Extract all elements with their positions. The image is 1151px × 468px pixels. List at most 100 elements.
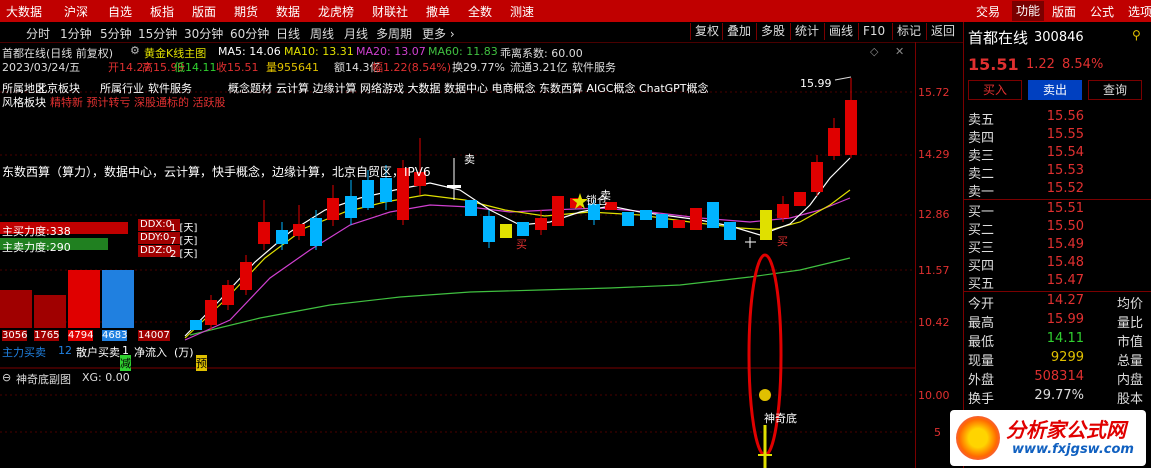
price-axis — [915, 42, 964, 468]
menu-speedtest[interactable]: 测速 — [510, 3, 534, 20]
ma10-value: MA10: 13.31 — [284, 45, 354, 58]
watermark-logo: 分析家公式网 www.fxjgsw.com — [950, 410, 1146, 466]
buy-force: 主买力度:338 — [2, 225, 71, 238]
sell-button[interactable]: 卖出 — [1028, 80, 1082, 100]
bar-close: 收15.51 — [216, 61, 259, 74]
menu-trade[interactable]: 交易 — [976, 3, 1000, 20]
overlay-button[interactable]: 叠加 — [722, 23, 755, 40]
ask-row-3[interactable]: 卖三 15.54 — [968, 145, 1148, 164]
subchart-xg: XG: 0.00 — [82, 371, 130, 384]
lock-label: 锁仓 — [586, 194, 608, 207]
ask-row-2[interactable]: 卖二 15.53 — [968, 163, 1148, 182]
bar-low: 低14.11 — [174, 61, 217, 74]
bar-turnover: 换29.77% — [452, 61, 505, 74]
back-button[interactable]: 返回 — [926, 23, 959, 40]
period-monthly[interactable]: 月线 — [344, 25, 368, 42]
stats-divider — [963, 291, 1151, 292]
retail-label: 散户买卖 — [76, 346, 120, 359]
subchart-title[interactable]: 神奇底副图 — [16, 371, 71, 387]
menu-layout[interactable]: 版面 — [192, 3, 216, 20]
menu-dragon-tiger[interactable]: 龙虎榜 — [318, 3, 354, 20]
buy-label-2: 买 — [777, 235, 788, 248]
menu-formula[interactable]: 公式 — [1090, 3, 1114, 20]
period-more[interactable]: 更多 › — [422, 25, 455, 42]
ask-row-4[interactable]: 卖四 15.55 — [968, 127, 1148, 146]
query-button[interactable]: 查询 — [1088, 80, 1142, 100]
period-weekly[interactable]: 周线 — [310, 25, 334, 42]
menu-data[interactable]: 数据 — [276, 3, 300, 20]
bar-change: 幅1.22(8.54%) — [372, 61, 452, 74]
period-60min[interactable]: 60分钟 — [230, 25, 269, 42]
period-daily[interactable]: 日线 — [276, 25, 300, 42]
buy-button[interactable]: 买入 — [968, 80, 1022, 100]
statistics-button[interactable]: 统计 — [790, 23, 823, 40]
menu-bigdata[interactable]: 大数据 — [6, 3, 42, 20]
float-cap: 流通3.21亿 — [510, 61, 568, 74]
period-1min[interactable]: 1分钟 — [60, 25, 92, 42]
buy-label-1: 买 — [516, 238, 527, 251]
period-5min[interactable]: 5分钟 — [100, 25, 132, 42]
style-label: 风格板块 — [2, 96, 46, 109]
period-30min[interactable]: 30分钟 — [184, 25, 223, 42]
reduce-label: 减 — [120, 355, 131, 371]
pre-label: 预 — [196, 355, 207, 371]
quote-pct: 8.54% — [1062, 57, 1104, 72]
menu-all[interactable]: 全数 — [468, 3, 492, 20]
sell-force: 主卖力度:290 — [2, 241, 71, 254]
period-multi[interactable]: 多周期 — [376, 25, 412, 42]
sub-axis-label-1: 10.00 — [918, 389, 950, 402]
mark-button[interactable]: 标记 — [892, 23, 925, 40]
bid-row-5[interactable]: 买五 15.47 — [968, 273, 1148, 292]
sub-axis-label-2: 5 — [934, 426, 941, 439]
ma20-value: MA20: 13.07 — [356, 45, 426, 58]
force-number-5: 14007 — [138, 330, 170, 341]
force-number-4: 4683 — [102, 330, 128, 341]
menu-favorites[interactable]: 自选 — [108, 3, 132, 20]
stat-row-outer: 外盘 508314 内盘 — [968, 369, 1143, 388]
search-icon[interactable]: ⚲ — [1132, 28, 1141, 42]
settings-icon[interactable]: ⚙ — [130, 44, 140, 57]
menu-index[interactable]: 板指 — [150, 3, 174, 20]
close-chart-icon[interactable]: ✕ — [895, 45, 904, 58]
multi-stock-button[interactable]: 多股 — [756, 23, 789, 40]
main-force-value: 12 — [58, 344, 72, 357]
bar-volume: 量955641 — [266, 61, 319, 74]
industry: 软件服务 — [572, 61, 616, 74]
menu-cancel-order[interactable]: 撒单 — [426, 3, 450, 20]
menu-cls[interactable]: 财联社 — [372, 3, 408, 20]
net-inflow-label: 净流入 — [134, 346, 167, 359]
stat-row-volume: 现量 9299 总量 — [968, 350, 1143, 369]
f10-button[interactable]: F10 — [858, 23, 889, 40]
menu-options[interactable]: 选项 — [1128, 3, 1151, 20]
period-tick[interactable]: 分时 — [26, 25, 50, 42]
quote-change: 1.22 — [1026, 57, 1055, 72]
order-book-divider — [963, 199, 1151, 200]
adjust-button[interactable]: 复权 — [690, 23, 723, 40]
stat-row-high: 最高 15.99 量比 — [968, 312, 1143, 331]
magic-bottom-label: 神奇底 — [764, 412, 797, 425]
quote-stock-code: 300846 — [1034, 30, 1084, 45]
ma5-value: MA5: 14.06 — [218, 45, 281, 58]
diamond-icon[interactable]: ◇ — [870, 45, 878, 58]
draw-line-button[interactable]: 画线 — [824, 23, 857, 40]
bid-row-2[interactable]: 买二 15.50 — [968, 219, 1148, 238]
axis-label-5: 10.42 — [918, 316, 950, 329]
bid-row-1[interactable]: 买一 15.51 — [968, 201, 1148, 220]
ask-row-5[interactable]: 卖五 15.56 — [968, 109, 1148, 128]
force-number-1: 3056 — [2, 330, 28, 341]
menu-function[interactable]: 功能 — [1012, 1, 1045, 21]
bid-row-4[interactable]: 买四 15.48 — [968, 255, 1148, 274]
ma60-value: MA60: 11.83 — [428, 45, 498, 58]
menu-layout-right[interactable]: 版面 — [1052, 3, 1076, 20]
menu-futures[interactable]: 期货 — [234, 3, 258, 20]
watermark-brand: 分析家公式网 — [1006, 418, 1126, 442]
period-15min[interactable]: 15分钟 — [138, 25, 177, 42]
menu-hushen[interactable]: 沪深 — [64, 3, 88, 20]
watermark-url: www.fxjgsw.com — [1012, 442, 1134, 457]
stat-row-low: 最低 14.11 市值 — [968, 331, 1143, 350]
subchart-toggle-icon[interactable]: ⊖ — [2, 371, 11, 384]
bid-row-3[interactable]: 买三 15.49 — [968, 237, 1148, 256]
concept-label: 概念题材 — [228, 82, 272, 95]
ask-row-1[interactable]: 卖一 15.52 — [968, 181, 1148, 200]
candles — [190, 78, 857, 330]
